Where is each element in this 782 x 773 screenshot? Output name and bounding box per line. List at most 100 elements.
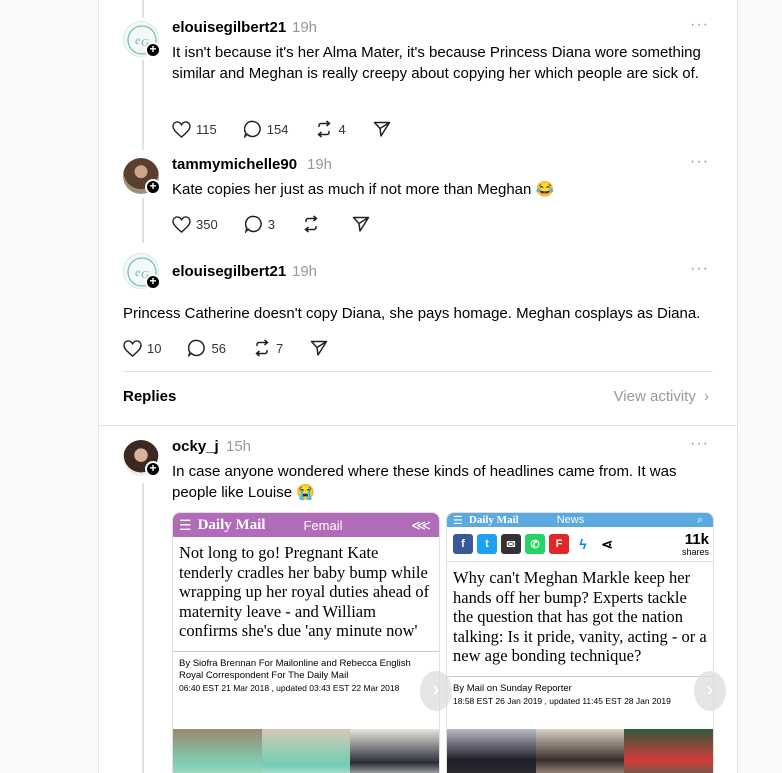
chevron-right-icon: › (704, 388, 709, 405)
more-options-icon[interactable]: ··· (690, 435, 709, 453)
repost-button[interactable]: 7 (253, 339, 283, 357)
byline: Royal Correspondent For The Daily Mail (179, 669, 349, 681)
more-options-icon[interactable]: ··· (690, 260, 709, 278)
thread-line (142, 60, 144, 150)
byline: 06:40 EST 21 Mar 2018 , updated 03:43 ES… (179, 682, 400, 693)
like-button[interactable]: 350 (172, 215, 218, 233)
comment-button[interactable]: 3 (244, 215, 275, 233)
photo (447, 729, 536, 773)
comment-button[interactable]: 154 (243, 120, 289, 138)
menu-icon: ☰ (179, 516, 192, 533)
email-icon[interactable]: ✉ (501, 534, 521, 554)
heart-icon (172, 215, 191, 233)
timestamp[interactable]: 19h (292, 19, 317, 36)
replies-heading: Replies (123, 388, 177, 405)
repost-button[interactable]: 4 (315, 120, 346, 138)
send-icon (373, 121, 390, 137)
comment-button[interactable]: 56 (188, 339, 226, 357)
thread-line (142, 0, 144, 18)
repost-button[interactable] (302, 215, 325, 233)
image-header: ☰ Daily Mail Femail ⋘ (173, 513, 439, 537)
like-button[interactable]: 115 (172, 120, 217, 138)
image-header: ☰ Daily Mail News ⌕ (447, 513, 713, 527)
flipboard-icon[interactable]: F (549, 534, 569, 554)
brand-label: Daily Mail (197, 516, 266, 533)
post-text: Princess Catherine doesn't copy Diana, s… (123, 305, 701, 322)
byline: 18:58 EST 26 Jan 2019 , updated 11:45 ES… (453, 695, 671, 706)
attached-image-right[interactable]: ☰ Daily Mail News ⌕ f t ✉ ✆ F ϟ ⋖ 11k sh… (446, 512, 714, 773)
byline: By Mail on Sunday Reporter (453, 682, 572, 694)
photo-strip (173, 729, 439, 773)
timestamp[interactable]: 15h (226, 438, 251, 455)
photo (624, 729, 713, 773)
search-icon: ⌕ (696, 513, 703, 526)
follow-plus-icon[interactable]: + (145, 461, 161, 477)
comment-icon (243, 120, 261, 138)
username[interactable]: tammymichelle90 (172, 156, 297, 173)
action-bar: 10 56 7 (123, 339, 360, 357)
follow-plus-icon[interactable]: + (145, 179, 161, 195)
repost-icon (304, 215, 318, 233)
photo (350, 729, 439, 773)
heart-icon (123, 339, 142, 357)
photo (173, 729, 262, 773)
repost-count: 4 (338, 121, 346, 137)
more-options-icon[interactable]: ··· (690, 16, 709, 34)
repost-icon (317, 120, 332, 138)
next-image-button[interactable]: › (420, 671, 452, 711)
follow-plus-icon[interactable]: + (145, 42, 161, 58)
send-icon (310, 340, 328, 356)
timestamp[interactable]: 19h (307, 156, 332, 173)
like-count: 350 (196, 216, 218, 232)
messenger-icon[interactable]: ϟ (573, 534, 593, 554)
attached-image-left[interactable]: ☰ Daily Mail Femail ⋘ Not long to go! Pr… (172, 512, 440, 773)
share-button[interactable] (310, 339, 333, 357)
heart-icon (172, 120, 191, 138)
shares-label: shares (681, 546, 709, 557)
view-activity-link[interactable]: View activity › (614, 388, 709, 405)
share-icon[interactable]: ⋖ (597, 534, 617, 554)
follow-plus-icon[interactable]: + (145, 274, 161, 290)
section-label: Femail (303, 517, 343, 533)
share-bar: f t ✉ ✆ F ϟ ⋖ 11k shares (447, 527, 713, 557)
divider (123, 371, 713, 372)
like-button[interactable]: 10 (123, 339, 162, 357)
comment-icon (244, 215, 262, 233)
share-count: 11k shares (682, 532, 709, 557)
divider (99, 425, 737, 426)
next-image-button[interactable]: › (694, 671, 726, 711)
timestamp[interactable]: 19h (292, 263, 317, 280)
thread-line (142, 483, 144, 773)
facebook-icon[interactable]: f (453, 534, 473, 554)
more-options-icon[interactable]: ··· (690, 153, 709, 171)
username[interactable]: elouisegilbert21 (172, 19, 286, 36)
brand-label: Daily Mail (468, 514, 519, 526)
comment-icon (188, 339, 206, 357)
share-button[interactable] (352, 215, 375, 233)
action-bar: 115 154 4 (172, 120, 423, 138)
chevron-right-icon: › (432, 679, 440, 701)
post-text: It isn't because it's her Alma Mater, it… (172, 44, 701, 82)
headline: Not long to go! Pregnant Kate tenderly c… (179, 543, 430, 640)
thread-panel: e G + elouisegilbert21 19h ··· It isn't … (98, 0, 738, 773)
whatsapp-icon[interactable]: ✆ (525, 534, 545, 554)
comment-count: 154 (266, 121, 289, 137)
username[interactable]: ocky_j (172, 438, 219, 455)
action-bar: 350 3 (172, 215, 402, 233)
photo-strip (447, 729, 713, 773)
share-button[interactable] (373, 120, 396, 138)
twitter-icon[interactable]: t (477, 534, 497, 554)
username[interactable]: elouisegilbert21 (172, 263, 286, 280)
divider (173, 650, 439, 652)
section-label: News (556, 514, 585, 526)
photo (261, 729, 351, 773)
like-count: 10 (147, 340, 162, 356)
view-activity-label: View activity (613, 388, 696, 405)
comment-count: 56 (211, 340, 226, 356)
headline: Why can't Meghan Markle keep her hands o… (453, 568, 707, 665)
divider (447, 675, 713, 677)
comment-count: 3 (267, 216, 275, 232)
shares-count: 11k (684, 530, 709, 548)
byline: By Siofra Brennan For Mailonline and Reb… (179, 657, 411, 669)
menu-icon: ☰ (453, 514, 463, 527)
